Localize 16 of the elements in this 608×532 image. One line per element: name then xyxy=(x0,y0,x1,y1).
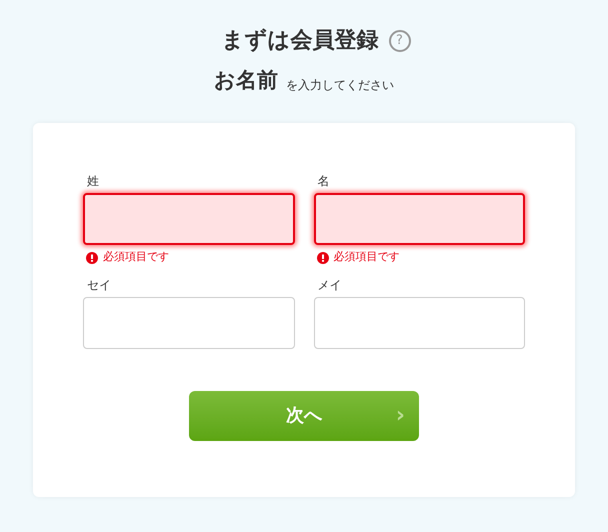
subtitle-text: を入力してください xyxy=(286,76,394,94)
input-field[interactable] xyxy=(314,192,525,244)
field-label: メイ xyxy=(318,276,342,292)
field-label: 姓 xyxy=(87,172,100,188)
error-message: 必須項目です xyxy=(103,249,169,266)
help-icon[interactable]: ? xyxy=(388,30,410,52)
next-button[interactable]: 次へ › xyxy=(189,390,419,440)
field-label: セイ xyxy=(87,276,112,292)
warning-icon xyxy=(316,252,328,264)
warning-icon xyxy=(86,252,98,264)
error-message: 必須項目です xyxy=(334,249,400,266)
chevron-icon: › xyxy=(396,404,405,426)
page-title: まずは会員登録 xyxy=(222,27,378,55)
input-field[interactable] xyxy=(83,192,294,244)
field-label: 名 xyxy=(318,172,330,188)
subtitle-emphasis: お名前 xyxy=(214,67,278,94)
